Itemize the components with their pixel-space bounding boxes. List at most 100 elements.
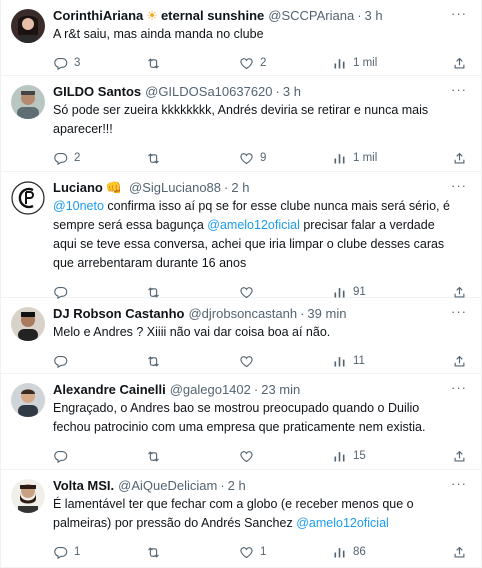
reply-tweet[interactable]: GILDO Santos @GILDOSa10637620 · 3 h ··· …: [1, 76, 481, 172]
share-button[interactable]: [452, 354, 467, 369]
more-icon[interactable]: ···: [451, 82, 467, 97]
author-name[interactable]: CorinthiAriana: [53, 8, 143, 23]
share-icon: [452, 545, 467, 560]
avatar[interactable]: [11, 181, 45, 215]
like-icon: [239, 151, 254, 166]
reply-icon: [53, 354, 68, 369]
like-count: 9: [260, 152, 267, 164]
share-button[interactable]: [452, 449, 467, 464]
timestamp[interactable]: 2 h: [228, 478, 246, 493]
timestamp[interactable]: 3 h: [365, 8, 383, 23]
reply-tweet[interactable]: Luciano 👊 @SigLuciano88 · 2 h ··· @10net…: [1, 172, 481, 298]
reply-icon: [53, 151, 68, 166]
more-icon[interactable]: ···: [451, 6, 467, 21]
reply-button[interactable]: [53, 354, 146, 369]
share-button[interactable]: [452, 56, 467, 71]
tweet-text: Engraçado, o Andres bao se mostrou preoc…: [53, 401, 426, 434]
action-bar: 1 1 86: [53, 539, 469, 565]
separator-dot: ·: [275, 84, 280, 99]
reply-count: 1: [74, 546, 81, 558]
reply-button[interactable]: 2: [53, 151, 146, 166]
share-button[interactable]: [452, 151, 467, 166]
like-icon: [239, 449, 254, 464]
views-count: 86: [353, 546, 366, 558]
mention-link[interactable]: @amelo12oficial: [207, 218, 300, 232]
author-name[interactable]: Alexandre Cainelli: [53, 382, 166, 397]
reply-button[interactable]: [53, 449, 146, 464]
views-count: 15: [353, 450, 366, 462]
timestamp[interactable]: 23 min: [261, 382, 300, 397]
retweet-button[interactable]: [146, 354, 239, 369]
retweet-icon: [146, 545, 161, 560]
mention-link[interactable]: @10neto: [53, 199, 104, 213]
retweet-button[interactable]: [146, 151, 239, 166]
reply-tweet[interactable]: Alexandre Cainelli @galego1402 · 23 min …: [1, 374, 481, 470]
share-icon: [452, 449, 467, 464]
views-button[interactable]: 1 mil: [332, 151, 425, 166]
avatar[interactable]: [11, 307, 45, 341]
views-icon: [332, 545, 347, 560]
more-icon[interactable]: ···: [451, 380, 467, 395]
share-button[interactable]: [452, 545, 467, 560]
retweet-button[interactable]: [146, 56, 239, 71]
separator-dot: ·: [253, 382, 259, 397]
separator-dot: ·: [357, 8, 362, 23]
timestamp[interactable]: 3 h: [283, 84, 301, 99]
tweet-text: É lamentável ter que fechar com a globo …: [53, 495, 469, 533]
author-name[interactable]: DJ Robson Castanho: [53, 306, 184, 321]
avatar[interactable]: [11, 479, 45, 513]
reply-count: 2: [74, 152, 81, 164]
retweet-icon: [146, 151, 161, 166]
share-icon: [452, 56, 467, 71]
tweet-text: Melo e Andres ? Xiiii não vai dar coisa …: [53, 325, 331, 339]
author-name-suffix[interactable]: eternal sunshine: [161, 8, 264, 23]
retweet-icon: [146, 354, 161, 369]
author-handle[interactable]: @GILDOSa10637620: [145, 84, 272, 99]
author-handle[interactable]: @djrobsoncastanh: [188, 306, 297, 321]
views-button[interactable]: 86: [332, 545, 425, 560]
retweet-button[interactable]: [146, 449, 239, 464]
views-button[interactable]: 1 mil: [332, 56, 425, 71]
author-name[interactable]: Luciano: [53, 180, 103, 195]
reply-button[interactable]: 3: [53, 56, 146, 71]
like-count: 2: [260, 57, 267, 69]
like-icon: [239, 354, 254, 369]
reply-tweet[interactable]: CorinthiAriana ☀ eternal sunshine @SCCPA…: [1, 0, 481, 76]
fist-emoji-icon: 👊: [105, 179, 123, 195]
timestamp[interactable]: 39 min: [307, 306, 346, 321]
reply-icon: [53, 56, 68, 71]
like-button[interactable]: 2: [239, 56, 332, 71]
avatar[interactable]: [11, 85, 45, 119]
more-icon[interactable]: ···: [451, 476, 467, 491]
more-icon[interactable]: ···: [451, 178, 467, 193]
views-count: 11: [353, 355, 365, 367]
author-handle[interactable]: @AiQueDeliciam: [118, 478, 217, 493]
reply-tweet[interactable]: Volta MSI. @AiQueDeliciam · 2 h ··· É la…: [1, 470, 481, 568]
timestamp[interactable]: 2 h: [231, 180, 249, 195]
separator-dot: ·: [220, 478, 225, 493]
like-count: 1: [260, 546, 267, 558]
author-handle[interactable]: @SigLuciano88: [129, 180, 221, 195]
avatar[interactable]: [11, 383, 45, 417]
like-button[interactable]: 1: [239, 545, 332, 560]
reply-button[interactable]: 1: [53, 545, 146, 560]
action-bar: 2 9 1 mil: [53, 145, 469, 171]
avatar[interactable]: [11, 9, 45, 43]
like-button[interactable]: [239, 449, 332, 464]
views-button[interactable]: 15: [332, 449, 425, 464]
views-button[interactable]: 11: [332, 354, 425, 369]
like-button[interactable]: 9: [239, 151, 332, 166]
author-name[interactable]: Volta MSI.: [53, 478, 114, 493]
views-icon: [332, 449, 347, 464]
like-button[interactable]: [239, 354, 332, 369]
mention-link[interactable]: @amelo12oficial: [296, 516, 389, 530]
tweet-text: A r&t saiu, mas ainda manda no clube: [53, 27, 264, 41]
reply-feed: CorinthiAriana ☀ eternal sunshine @SCCPA…: [0, 0, 482, 568]
author-handle[interactable]: @galego1402: [170, 382, 251, 397]
more-icon[interactable]: ···: [451, 304, 467, 319]
author-handle[interactable]: @SCCPAriana: [268, 8, 354, 23]
share-icon: [452, 151, 467, 166]
reply-tweet[interactable]: DJ Robson Castanho @djrobsoncastanh · 39…: [1, 298, 481, 374]
retweet-button[interactable]: [146, 545, 239, 560]
author-name[interactable]: GILDO Santos: [53, 84, 141, 99]
